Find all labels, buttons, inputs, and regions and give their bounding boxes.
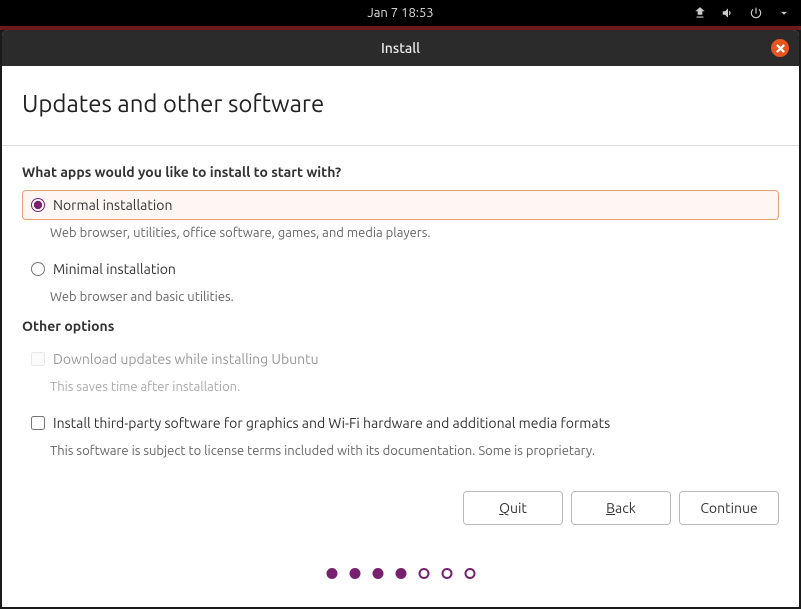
quit-button[interactable]: Quit: [463, 491, 563, 525]
close-icon: [776, 44, 785, 53]
progress-dot: [326, 568, 337, 579]
continue-button[interactable]: Continue: [679, 491, 779, 525]
third-party-desc: This software is subject to license term…: [50, 444, 779, 458]
progress-dot: [349, 568, 360, 579]
clock: Jan 7 18:53: [367, 6, 433, 20]
volume-icon[interactable]: [721, 6, 735, 20]
progress-dot: [395, 568, 406, 579]
minimal-install-option[interactable]: Minimal installation: [22, 254, 779, 284]
system-tray: [693, 6, 791, 20]
button-row: Quit Back Continue: [463, 491, 779, 525]
page-title: Updates and other software: [22, 90, 779, 117]
download-updates-checkbox: [31, 352, 45, 366]
normal-install-label: Normal installation: [53, 197, 172, 213]
titlebar: Install: [2, 30, 799, 66]
progress-dot: [418, 568, 429, 579]
normal-install-desc: Web browser, utilities, office software,…: [50, 226, 779, 240]
chevron-down-icon[interactable]: [777, 6, 791, 20]
third-party-label: Install third-party software for graphic…: [53, 415, 610, 431]
installer-content: Updates and other software What apps wou…: [2, 66, 799, 607]
normal-install-radio[interactable]: [31, 198, 45, 212]
third-party-checkbox[interactable]: [31, 416, 45, 430]
system-topbar: Jan 7 18:53: [0, 0, 801, 26]
progress-dot: [441, 568, 452, 579]
progress-dot: [372, 568, 383, 579]
installer-window: Install Updates and other software What …: [2, 30, 799, 607]
third-party-option[interactable]: Install third-party software for graphic…: [22, 408, 779, 438]
download-updates-label: Download updates while installing Ubuntu: [53, 351, 319, 367]
window-title: Install: [381, 40, 420, 56]
minimal-install-desc: Web browser and basic utilities.: [50, 290, 779, 304]
minimal-install-radio[interactable]: [31, 262, 45, 276]
close-button[interactable]: [771, 39, 789, 57]
divider: [2, 145, 799, 146]
download-updates-desc: This saves time after installation.: [50, 380, 779, 394]
other-heading: Other options: [22, 318, 779, 334]
minimal-install-label: Minimal installation: [53, 261, 176, 277]
progress-indicator: [326, 568, 475, 579]
apps-heading: What apps would you like to install to s…: [22, 164, 779, 180]
power-icon[interactable]: [749, 6, 763, 20]
normal-install-option[interactable]: Normal installation: [22, 190, 779, 220]
progress-dot: [464, 568, 475, 579]
download-updates-option: Download updates while installing Ubuntu: [22, 344, 779, 374]
back-button[interactable]: Back: [571, 491, 671, 525]
network-icon[interactable]: [693, 6, 707, 20]
